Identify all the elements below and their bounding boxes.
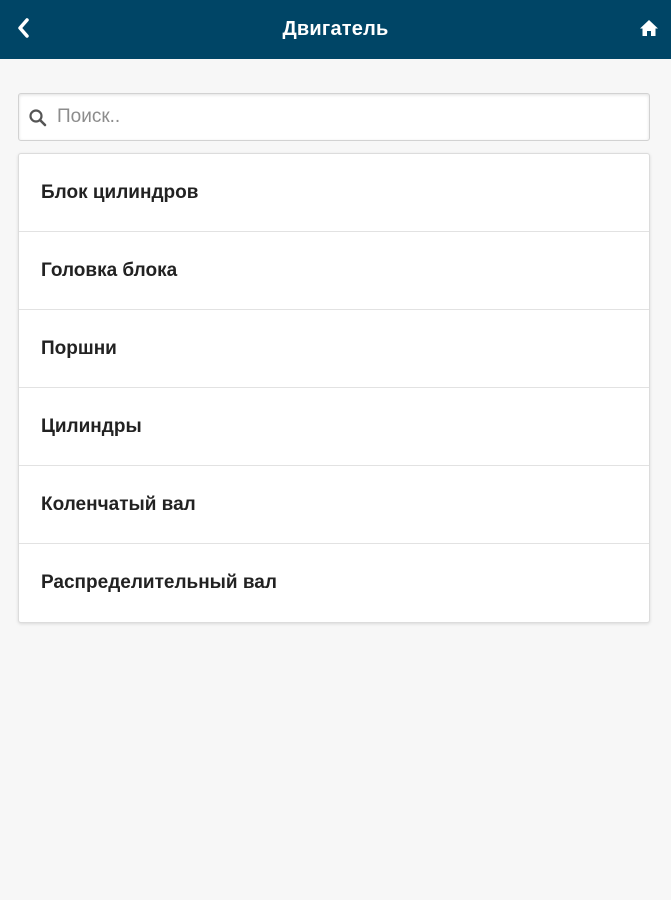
category-list: Блок цилиндров Головка блока Поршни Цили…: [18, 153, 650, 623]
list-item-cylinder-head[interactable]: Головка блока: [19, 232, 649, 310]
list-item-cylinder-block[interactable]: Блок цилиндров: [19, 154, 649, 232]
search-icon: [29, 109, 47, 127]
search-input[interactable]: [57, 94, 642, 140]
list-item-crankshaft[interactable]: Коленчатый вал: [19, 466, 649, 544]
list-item-camshaft[interactable]: Распределительный вал: [19, 544, 649, 622]
page-title: Двигатель: [282, 18, 389, 40]
app-header: Двигатель: [0, 0, 671, 59]
home-icon: [640, 20, 658, 36]
list-item-cylinders[interactable]: Цилиндры: [19, 388, 649, 466]
list-item-pistons[interactable]: Поршни: [19, 310, 649, 388]
search-box: [18, 93, 650, 141]
home-button[interactable]: [633, 12, 665, 44]
